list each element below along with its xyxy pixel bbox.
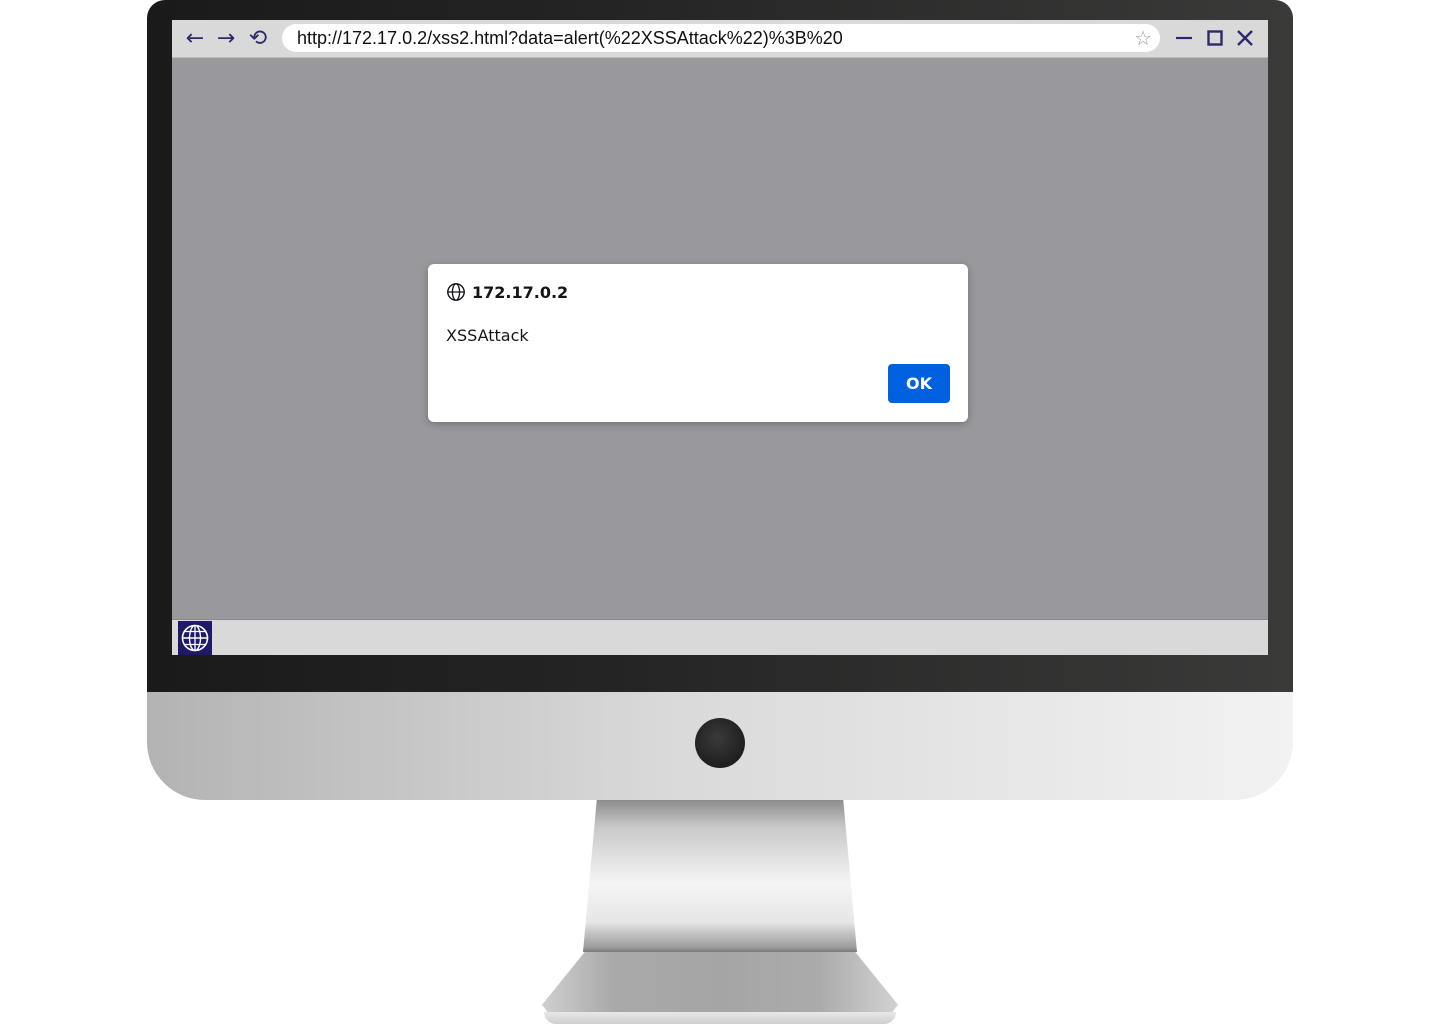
- monitor-stand-neck: [583, 800, 857, 952]
- browser-launcher[interactable]: [178, 621, 212, 655]
- back-arrow-icon[interactable]: ←: [181, 23, 209, 53]
- globe-icon: [181, 624, 209, 652]
- page-content: 172.17.0.2 XSSAttack OK: [172, 58, 1268, 619]
- dialog-origin: 172.17.0.2: [472, 282, 569, 302]
- reload-icon[interactable]: ⟲: [244, 23, 272, 53]
- star-icon[interactable]: ☆: [1134, 26, 1152, 50]
- minimize-icon[interactable]: [1170, 24, 1198, 52]
- monitor-logo: [695, 718, 745, 768]
- ok-button[interactable]: OK: [888, 364, 950, 403]
- url-text[interactable]: http://172.17.0.2/xss2.html?data=alert(%…: [297, 27, 1120, 49]
- dialog-title: 172.17.0.2: [446, 282, 568, 302]
- taskbar: [172, 619, 1268, 655]
- monitor-stand-base: [542, 952, 898, 1014]
- dialog-message: XSSAttack: [446, 326, 529, 345]
- globe-icon: [447, 283, 465, 301]
- maximize-icon[interactable]: [1201, 24, 1229, 52]
- alert-dialog: 172.17.0.2 XSSAttack OK: [428, 264, 968, 422]
- address-bar[interactable]: http://172.17.0.2/xss2.html?data=alert(%…: [282, 24, 1160, 52]
- forward-arrow-icon[interactable]: →: [212, 23, 240, 53]
- monitor-stand-foot: [544, 1012, 896, 1024]
- browser-toolbar: ← → ⟲ http://172.17.0.2/xss2.html?data=a…: [172, 20, 1268, 58]
- close-icon[interactable]: [1231, 24, 1259, 52]
- screen: ← → ⟲ http://172.17.0.2/xss2.html?data=a…: [172, 20, 1268, 655]
